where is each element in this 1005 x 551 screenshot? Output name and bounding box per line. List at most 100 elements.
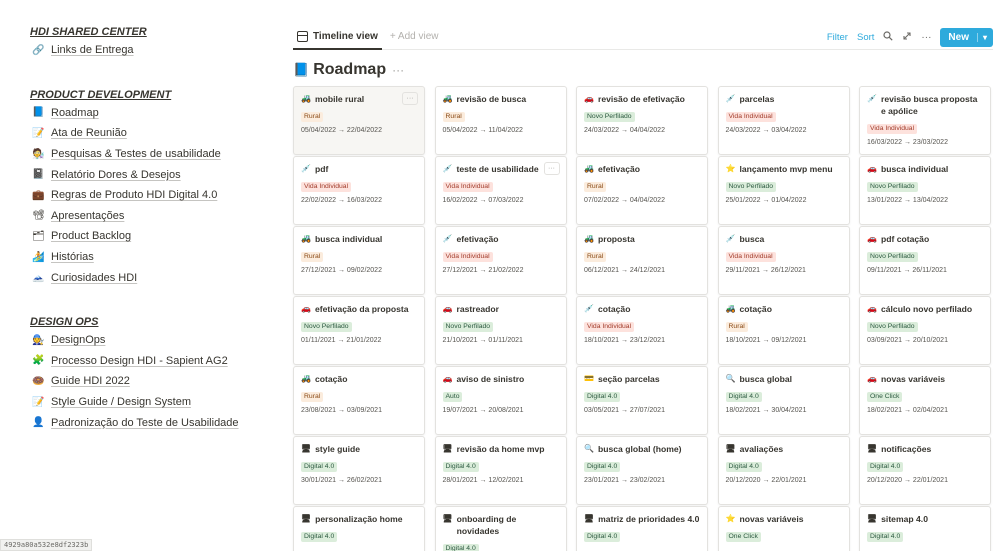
sidebar-item-roadmap[interactable]: 📘 Roadmap: [30, 103, 270, 124]
roadmap-card[interactable]: 🖥 matriz de prioridades 4.0 Digital 4.0: [576, 506, 708, 551]
status-badge: Novo Perfilado: [442, 322, 494, 332]
roadmap-card[interactable]: 🚗 novas variáveis One Click 18/02/2021 → 02…: [859, 366, 991, 435]
card-title: 🚗 cálculo novo perfilado: [867, 303, 983, 315]
sidebar-item-product-backlog[interactable]: 🗂 Product Backlog: [30, 226, 270, 247]
card-icon: 🚜: [584, 234, 594, 243]
card-date-range: 16/03/2022 → 23/03/2022: [867, 139, 948, 146]
card-title: 🖥 personalização home: [301, 513, 417, 525]
page-more-icon[interactable]: ···: [392, 63, 404, 77]
roadmap-card[interactable]: 🚜 cotação Rural 23/08/2021 → 03/09/2021: [293, 366, 425, 435]
briefcase-icon: 💼: [32, 189, 45, 201]
sidebar-item-label: Apresentações: [51, 209, 125, 222]
roadmap-card[interactable]: 🚜 mobile rural Rural 05/04/2022 → 22/04/202…: [293, 86, 425, 155]
card-icon: 🖥: [867, 514, 878, 523]
roadmap-card[interactable]: 💉 pdf Vida Individual 22/02/2022 → 16/03/20…: [293, 156, 425, 225]
sidebar-item-guide-hdi[interactable]: 🍩 Guide HDI 2022: [30, 371, 270, 392]
roadmap-card[interactable]: 💉 parcelas Vida Individual 24/03/2022 → 03/…: [717, 86, 850, 155]
card-date-range: 18/10/2021 → 09/12/2021: [725, 337, 807, 344]
status-badge: Rural: [442, 112, 465, 122]
card-title: 🚜 cotação: [726, 303, 842, 315]
filter-button[interactable]: Filter: [827, 32, 848, 43]
roadmap-card[interactable]: 🔍 busca global Digital 4.0 18/02/2021 → 30/…: [717, 366, 850, 435]
roadmap-card[interactable]: 🚜 cotação Rural 18/10/2021 → 09/12/2021: [717, 296, 850, 365]
more-options-icon[interactable]: ···: [402, 92, 418, 105]
section-title-product-development[interactable]: PRODUCT DEVELOPMENT: [30, 87, 270, 103]
new-button[interactable]: New ▾: [940, 27, 993, 47]
section-title-hdi-shared-center[interactable]: HDI SHARED CENTER: [30, 24, 270, 40]
card-icon: 🖥: [867, 444, 878, 453]
sidebar-item-ata-de-reuniao[interactable]: 📝 Ata de Reunião: [30, 123, 270, 144]
sidebar-item-curiosidades[interactable]: 🗻 Curiosidades HDI: [30, 267, 270, 288]
sidebar-item-apresentacoes[interactable]: 📽 Apresentações: [30, 206, 270, 227]
sidebar-item-links-de-entrega[interactable]: 🔗 Links de Entrega: [30, 40, 270, 61]
roadmap-card[interactable]: 🚜 proposta Rural 06/12/2021 → 24/12/2021: [576, 226, 708, 295]
card-date-range: 28/01/2021 → 12/02/2021: [442, 477, 524, 484]
status-badge: Digital 4.0: [867, 462, 904, 472]
roadmap-card[interactable]: 🚗 revisão de efetivação Novo Perfilado 24/0…: [576, 86, 708, 155]
roadmap-card[interactable]: 🚗 busca individual Novo Perfilado 13/01/202…: [859, 156, 991, 225]
card-date-range: 29/11/2021 → 26/12/2021: [725, 267, 806, 274]
sidebar-item-label: Curiosidades HDI: [51, 271, 138, 284]
roadmap-card[interactable]: 🖥 notificações Digital 4.0 20/12/2020 → 22/…: [859, 436, 991, 505]
sidebar-item-regras[interactable]: 💼 Regras de Produto HDI Digital 4.0: [30, 185, 270, 206]
roadmap-card[interactable]: 🔍 busca global (home) Digital 4.0 23/01/202…: [576, 436, 708, 505]
sidebar-item-processo-design[interactable]: 🧩 Processo Design HDI - Sapient AG2: [30, 351, 270, 372]
roadmap-card[interactable]: 🖥 personalização home Digital 4.0: [293, 506, 425, 551]
roadmap-card[interactable]: 🚗 rastreador Novo Perfilado 21/10/2021 → 01…: [434, 296, 567, 365]
card-title-text: revisão de efetivação: [597, 94, 685, 104]
sidebar-item-relatorio[interactable]: 📓 Relatório Dores & Desejos: [30, 164, 270, 185]
status-badge: Digital 4.0: [442, 544, 479, 551]
status-badge: Novo Perfilado: [867, 322, 918, 332]
card-title: 🚗 pdf cotação: [867, 233, 983, 245]
card-icon: ⭐: [725, 514, 736, 523]
roadmap-card[interactable]: 💉 busca Vida Individual 29/11/2021 → 26/12/…: [717, 226, 850, 295]
roadmap-card[interactable]: 🚜 revisão de busca Rural 05/04/2022 → 11/04…: [434, 86, 567, 155]
roadmap-card[interactable]: 🖥 style guide Digital 4.0 30/01/2021 → 26/0…: [293, 436, 425, 505]
roadmap-card[interactable]: 🚗 efetivação da proposta Novo Perfilado 01/…: [293, 296, 425, 365]
memo-icon: 📝: [32, 127, 45, 139]
sidebar-item-pesquisas[interactable]: 🧑‍🔬 Pesquisas & Testes de usabilidade: [30, 144, 270, 165]
roadmap-card[interactable]: 🖥 onboarding de novidades Digital 4.0: [434, 506, 567, 551]
roadmap-card[interactable]: 💳 seção parcelas Digital 4.0 03/05/2021 → 2…: [576, 366, 708, 435]
sidebar-item-style-guide[interactable]: 📝 Style Guide / Design System: [30, 392, 270, 413]
roadmap-card[interactable]: 💉 revisão busca proposta e apólice Vida In…: [859, 86, 991, 155]
roadmap-card[interactable]: 🚗 pdf cotação Novo Perfilado 09/11/2021 → 2…: [859, 226, 991, 295]
roadmap-card[interactable]: 💉 cotação Vida Individual 18/10/2021 → 23/1…: [576, 296, 708, 365]
card-title: 🖥 avaliações: [726, 443, 842, 455]
card-date-range: 05/04/2022 → 11/04/2022: [442, 127, 523, 134]
card-date-range: 20/12/2020 → 22/01/2021: [867, 477, 948, 484]
sidebar-item-padronizacao[interactable]: 👤 Padronização do Teste de Usabilidade: [30, 412, 270, 433]
sidebar-item-designops[interactable]: 🧑‍🔧 DesignOps: [30, 330, 270, 351]
book-icon: 📘: [293, 62, 310, 77]
section-title-design-ops[interactable]: DESIGN OPS: [30, 314, 270, 330]
add-view-button[interactable]: + Add view: [390, 31, 439, 42]
sort-button[interactable]: Sort: [857, 32, 874, 43]
view-toolbar: Timeline view + Add view Filter Sort ···…: [293, 24, 993, 50]
chevron-down-icon[interactable]: ▾: [976, 32, 987, 42]
book-icon: 📘: [32, 107, 45, 119]
expand-icon[interactable]: [902, 31, 912, 44]
roadmap-card[interactable]: 🚜 efetivação Rural 07/02/2022 → 04/04/2022: [576, 156, 708, 225]
roadmap-card[interactable]: 💉 efetivação Vida Individual 27/12/2021 → 2…: [434, 226, 567, 295]
card-icon: 💉: [301, 164, 311, 173]
sidebar-item-historias[interactable]: 🏄 Histórias: [30, 247, 270, 268]
puzzle-icon: 🧩: [32, 355, 45, 367]
search-icon[interactable]: [883, 30, 894, 44]
card-date-range: 18/02/2021 → 02/04/2021: [867, 407, 948, 414]
roadmap-card[interactable]: ⭐ novas variáveis One Click: [717, 506, 850, 551]
more-options-icon[interactable]: ···: [921, 32, 931, 43]
roadmap-card[interactable]: 🖥 avaliações Digital 4.0 20/12/2020 → 22/01…: [717, 436, 850, 505]
roadmap-card[interactable]: 💉 teste de usabilidade Vida Individual 16/0…: [434, 156, 567, 225]
card-icon: 🚗: [301, 304, 311, 313]
more-options-icon[interactable]: ···: [543, 162, 560, 175]
card-title-text: efetivação da proposta: [314, 304, 409, 314]
tab-timeline-view[interactable]: Timeline view: [293, 24, 382, 50]
donut-icon: 🍩: [32, 375, 45, 387]
roadmap-card[interactable]: 🚜 busca individual Rural 27/12/2021 → 09/02…: [293, 226, 425, 295]
status-badge: Vida Individual: [725, 112, 776, 122]
roadmap-card[interactable]: 🚗 aviso de sinistro Auto 19/07/2021 → 20/08…: [434, 366, 567, 435]
roadmap-card[interactable]: 🖥 revisão da home mvp Digital 4.0 28/01/202…: [434, 436, 567, 505]
roadmap-card[interactable]: 🚗 cálculo novo perfilado Novo Perfilado 03/…: [859, 296, 991, 365]
roadmap-card[interactable]: 🖥 sitemap 4.0 Digital 4.0: [859, 506, 991, 551]
roadmap-card[interactable]: ⭐ lançamento mvp menu Novo Perfilado 25/01/…: [717, 156, 850, 225]
